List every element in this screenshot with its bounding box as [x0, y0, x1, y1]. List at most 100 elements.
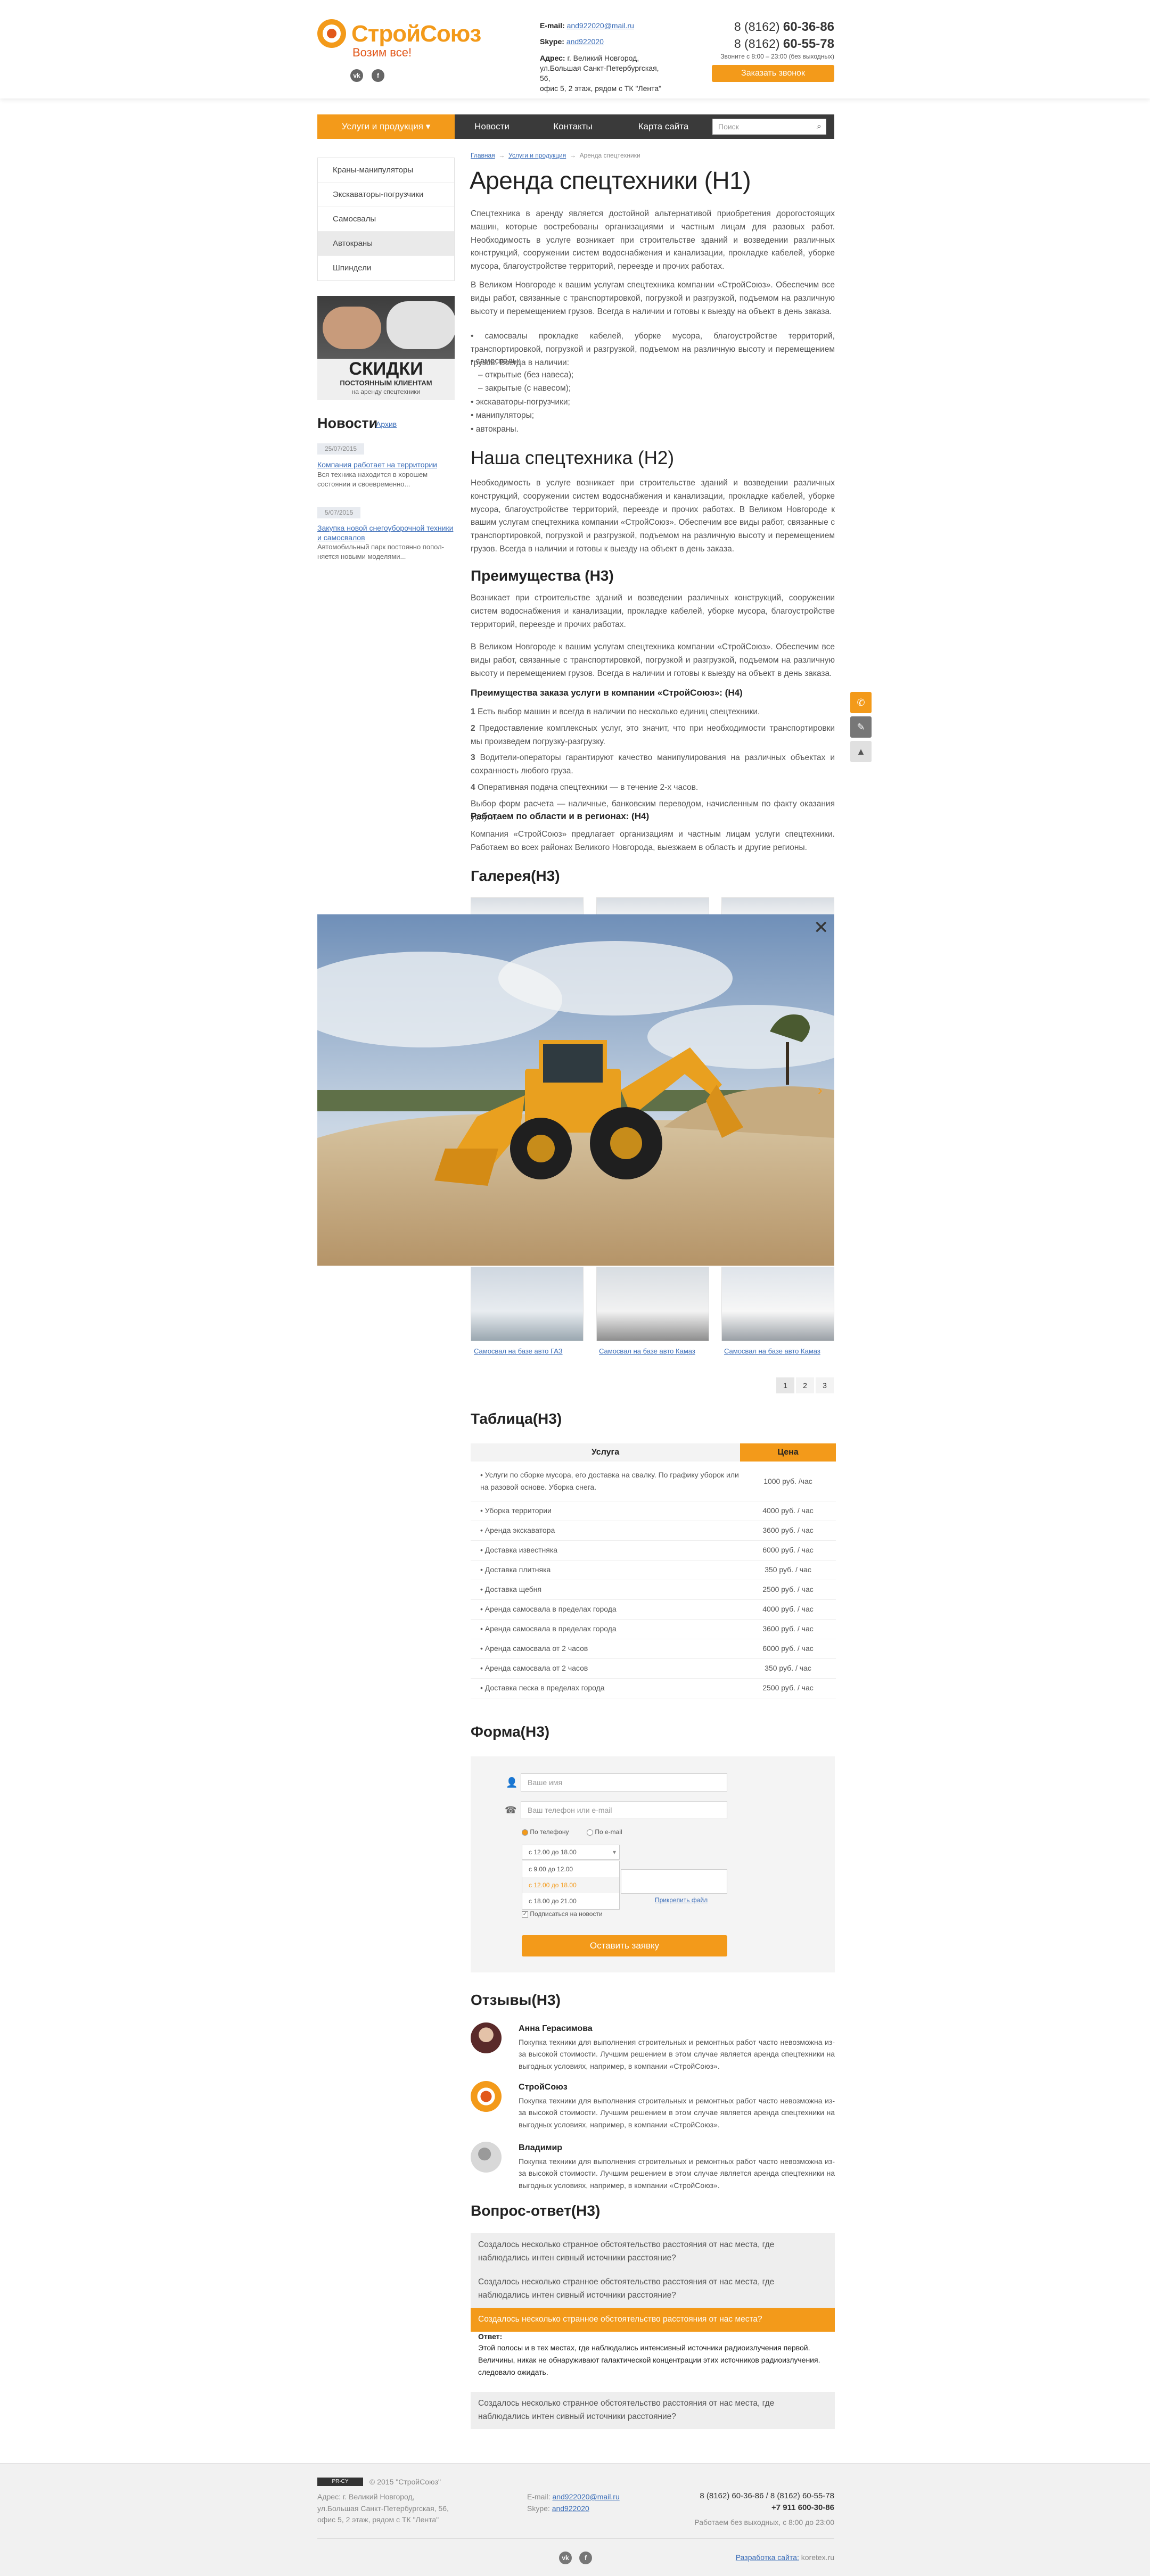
search-box[interactable]: Поиск ⌕: [712, 119, 826, 135]
gallery-thumb[interactable]: [721, 1267, 834, 1341]
logo-icon[interactable]: [317, 19, 346, 48]
section-heading-form: Форма(H3): [471, 1723, 550, 1740]
faq-question[interactable]: Создалось несколько странное обстоятельс…: [471, 2270, 835, 2308]
breadcrumb-home[interactable]: Главная: [471, 152, 495, 159]
page-button[interactable]: 1: [776, 1377, 794, 1393]
equipment-list: самосвалы; открытые (без навеса); закрыт…: [471, 354, 835, 436]
facebook-icon[interactable]: f: [579, 2552, 592, 2564]
skype-label: Skype:: [540, 37, 564, 46]
radio-phone-dot[interactable]: [522, 1829, 528, 1836]
nav-item-contacts[interactable]: Контакты: [541, 114, 605, 139]
news-title[interactable]: Компания работает на территории: [317, 459, 455, 470]
next-arrow-icon[interactable]: ›: [818, 1080, 823, 1101]
gallery-thumb[interactable]: [596, 1267, 709, 1341]
list-item: манипуляторы;: [471, 409, 835, 423]
sidebar-item-dumptrucks[interactable]: Самосвалы: [318, 207, 454, 232]
faq-question[interactable]: Создалось несколько странное обстоятельс…: [471, 2392, 835, 2429]
edit-icon[interactable]: ✎: [850, 716, 872, 738]
page-title: Аренда спецтехники (H1): [470, 167, 751, 194]
avatar: [471, 2022, 502, 2053]
sidebar-item-cranes[interactable]: Краны-манипуляторы: [318, 158, 454, 183]
discount-banner[interactable]: СКИДКИ ПОСТОЯННЫМ КЛИЕНТАМ на аренду спе…: [317, 296, 455, 400]
gallery-thumb[interactable]: [596, 897, 709, 915]
call-icon[interactable]: ✆: [850, 692, 872, 713]
work-hours: Звоните с 8:00 – 23:00 (без выходных): [720, 53, 834, 60]
avatar: [471, 2142, 502, 2173]
footer-mobile[interactable]: +7 911 600-30-86: [666, 2502, 834, 2514]
gallery-thumb[interactable]: [721, 897, 834, 915]
page-button[interactable]: 2: [796, 1377, 814, 1393]
handshake-image-right: [387, 301, 455, 349]
submit-button[interactable]: Оставить заявку: [522, 1935, 727, 1956]
table-row: • Доставка песка в пределах города 2500 р…: [471, 1678, 836, 1698]
copyright: © 2015 "СтройСоюз": [369, 2478, 441, 2486]
address-line-2: ул.Большая Санкт-Петербургская, 56,: [540, 63, 659, 82]
radio-email[interactable]: По e-mail: [587, 1828, 622, 1837]
news-archive-link[interactable]: Архив: [376, 419, 397, 430]
footer-email-link[interactable]: and922020@mail.ru: [552, 2492, 619, 2501]
phone-1[interactable]: 8 (8162) 60-36-86: [687, 18, 834, 37]
sidebar-menu: Краны-манипуляторы Экскаваторы-погрузчик…: [317, 158, 455, 281]
footer-skype-link[interactable]: and922020: [552, 2504, 589, 2513]
gallery-caption[interactable]: Самосвал на базе авто Камаз: [724, 1347, 820, 1357]
table-row: • Аренда самосвала от 2 часов 6000 руб. /…: [471, 1639, 836, 1659]
search-input[interactable]: Поиск: [718, 121, 739, 132]
dropdown-option[interactable]: с 18.00 до 21.00: [522, 1893, 619, 1909]
news-title[interactable]: Закупка новой снегоуборочной техники и с…: [317, 523, 455, 542]
attach-file-link[interactable]: Прикрепить файл: [655, 1896, 708, 1905]
dropdown-option[interactable]: с 12.00 до 18.00: [522, 1877, 619, 1893]
vk-icon[interactable]: vk: [559, 2552, 572, 2564]
table-row: • Аренда самосвала в пределах города 4000…: [471, 1599, 836, 1620]
gallery-thumb[interactable]: [471, 897, 584, 915]
advantage-text: Есть выбор машин и всегда в наличии по н…: [477, 707, 760, 716]
counter-badge[interactable]: PR-CY: [317, 2478, 363, 2486]
news-date: 5/07/2015: [317, 507, 361, 519]
table-header: Услуга: [471, 1443, 740, 1462]
vk-icon[interactable]: vk: [350, 69, 363, 82]
footer-address: Адрес: г. Великий Новгород, ул.Большая С…: [317, 2491, 449, 2526]
gallery-lightbox[interactable]: ✕ ›: [317, 914, 834, 1266]
radio-email-dot[interactable]: [587, 1829, 593, 1836]
gallery-caption[interactable]: Самосвал на базе авто ГАЗ: [474, 1347, 563, 1357]
chevron-down-icon: ▾: [612, 1848, 616, 1856]
footer-skype-label: Skype:: [527, 2504, 550, 2513]
faq-question-open[interactable]: Создалось несколько странное обстоятельс…: [471, 2308, 835, 2332]
email-link[interactable]: and922020@mail.ru: [567, 21, 634, 30]
nav-item-news[interactable]: Новости: [460, 114, 524, 139]
time-select[interactable]: с 12.00 до 18.00 ▾: [522, 1845, 620, 1860]
page-button[interactable]: 3: [816, 1377, 834, 1393]
gallery-thumb[interactable]: [471, 1267, 584, 1341]
address-label: Адрес:: [540, 54, 565, 62]
footer-phones[interactable]: 8 (8162) 60-36-86 / 8 (8162) 60-55-78: [666, 2490, 834, 2502]
message-textarea[interactable]: [621, 1869, 727, 1894]
developer-link[interactable]: Разработка сайта:: [736, 2553, 799, 2562]
table-header-price: Цена: [740, 1443, 836, 1462]
banner-subtitle-2: на аренду спецтехники: [351, 388, 421, 395]
checkbox-check-icon[interactable]: ✓: [522, 1911, 528, 1918]
callback-button[interactable]: Заказать звонок: [712, 65, 834, 82]
advantage-item: 1 Есть выбор машин и всегда в наличии по…: [471, 706, 835, 719]
nav-item-services[interactable]: Услуги и продукция ▾: [317, 114, 455, 139]
sidebar-item-autocranes[interactable]: Автокраны: [318, 232, 454, 256]
name-input[interactable]: Ваше имя: [521, 1773, 727, 1791]
phone-2-prefix: 8 (8162): [734, 37, 780, 51]
nav-item-sitemap[interactable]: Карта сайта: [626, 114, 701, 139]
contact-input[interactable]: Ваш телефон или e-mail: [521, 1801, 727, 1819]
breadcrumb-services[interactable]: Услуги и продукция: [508, 152, 566, 159]
faq-answer-text: Этой полосы и в тех местах, где наблюдал…: [478, 2343, 820, 2377]
skype-row: Skype: and922020: [540, 36, 604, 47]
subscribe-checkbox[interactable]: ✓ Подписаться на новости: [522, 1910, 603, 1919]
sidebar-item-excavators[interactable]: Экскаваторы-погрузчики: [318, 183, 454, 207]
search-icon[interactable]: ⌕: [817, 120, 822, 133]
phone-2[interactable]: 8 (8162) 60-55-78: [687, 35, 834, 54]
close-icon[interactable]: ✕: [814, 919, 829, 937]
radio-phone[interactable]: По телефону: [522, 1828, 569, 1837]
skype-link[interactable]: and922020: [566, 37, 604, 46]
gallery-caption[interactable]: Самосвал на базе авто Камаз: [599, 1347, 695, 1357]
dropdown-option[interactable]: с 9.00 до 12.00: [522, 1861, 619, 1877]
sidebar-item-spindles[interactable]: Шпиндели: [318, 256, 454, 280]
scroll-up-icon[interactable]: ▲: [850, 741, 872, 762]
faq-question[interactable]: Создалось несколько странное обстоятельс…: [471, 2233, 835, 2270]
facebook-icon[interactable]: f: [372, 69, 384, 82]
section-heading-h2: Наша спецтехника (H2): [471, 448, 675, 468]
